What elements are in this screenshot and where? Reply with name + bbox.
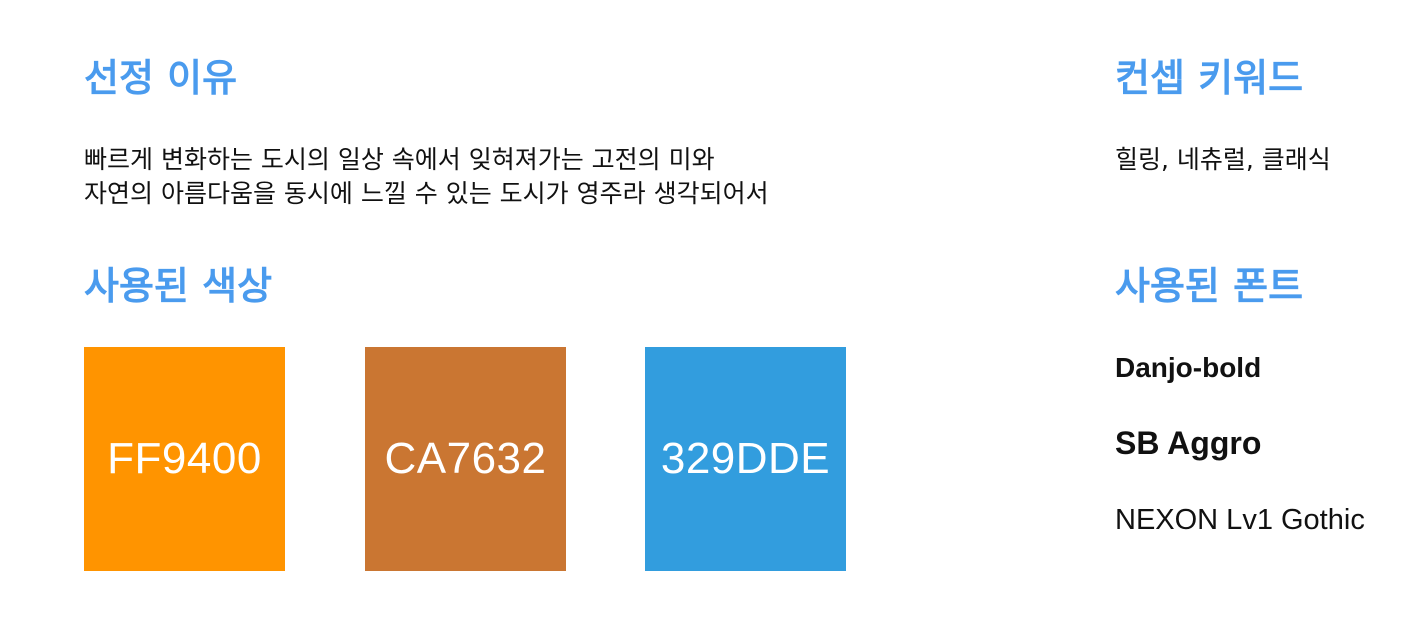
section-title-fonts: 사용된 폰트 xyxy=(1115,264,1304,308)
section-title-colors: 사용된 색상 xyxy=(84,264,273,308)
color-swatch-blue: 329DDE xyxy=(645,347,846,571)
concept-keywords: 힐링, 네츄럴, 클래식 xyxy=(1115,145,1331,174)
font-name-nexon: NEXON Lv1 Gothic xyxy=(1115,504,1365,536)
color-swatch-label: 329DDE xyxy=(660,434,831,483)
font-name-danjo: Danjo-bold xyxy=(1115,352,1262,383)
font-name-sb-aggro: SB Aggro xyxy=(1115,425,1262,461)
section-title-reason: 선정 이유 xyxy=(84,56,238,100)
color-swatch-brown: CA7632 xyxy=(365,347,566,571)
color-swatch-label: FF9400 xyxy=(107,434,262,483)
color-swatch-orange: FF9400 xyxy=(84,347,285,571)
section-title-concept: 컨셉 키워드 xyxy=(1115,56,1304,100)
reason-line-2: 자연의 아름다움을 동시에 느낄 수 있는 도시가 영주라 생각되어서 xyxy=(84,179,769,208)
reason-paragraph: 빠르게 변화하는 도시의 일상 속에서 잊혀져가는 고전의 미와 자연의 아름다… xyxy=(84,143,1044,211)
reason-line-1: 빠르게 변화하는 도시의 일상 속에서 잊혀져가는 고전의 미와 xyxy=(84,145,715,174)
color-swatch-label: CA7632 xyxy=(384,434,547,483)
